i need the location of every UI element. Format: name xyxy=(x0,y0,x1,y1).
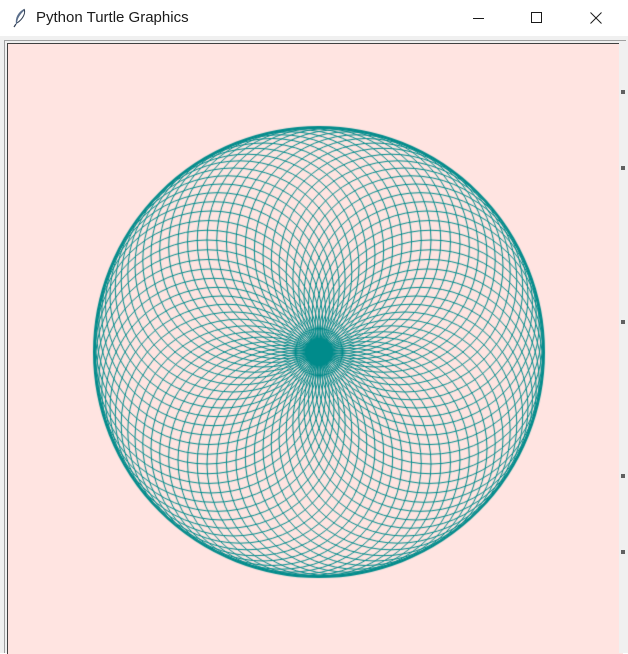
minimize-icon xyxy=(473,12,485,24)
turtle-canvas[interactable] xyxy=(7,43,623,654)
close-icon xyxy=(590,12,602,24)
edge-mark xyxy=(621,474,625,478)
close-button[interactable] xyxy=(568,0,624,36)
turtle-window: Python Turtle Graphics xyxy=(0,0,628,654)
edge-mark xyxy=(621,550,625,554)
canvas-right-edge xyxy=(619,42,628,653)
canvas-frame xyxy=(4,40,626,654)
spirograph-drawing xyxy=(8,44,623,654)
edge-mark xyxy=(621,166,625,170)
maximize-button[interactable] xyxy=(509,0,565,36)
feather-icon xyxy=(12,8,28,28)
edge-mark xyxy=(621,320,625,324)
maximize-icon xyxy=(531,12,543,24)
window-title: Python Turtle Graphics xyxy=(36,9,189,26)
title-bar[interactable]: Python Turtle Graphics xyxy=(0,0,628,36)
minimize-button[interactable] xyxy=(451,0,507,36)
edge-mark xyxy=(621,90,625,94)
